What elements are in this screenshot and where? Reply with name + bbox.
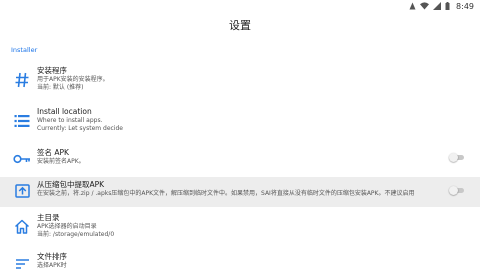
setting-installer[interactable]: 安装程序 用于APK安装的安装程序。 当前: 默认 (推荐) bbox=[0, 61, 480, 99]
status-bar: 8:49 bbox=[0, 0, 480, 12]
setting-title: 从压缩包中提取APK bbox=[37, 180, 105, 189]
sign-apk-toggle[interactable] bbox=[449, 153, 464, 162]
setting-title: 签名 APK bbox=[37, 148, 69, 157]
setting-description: 用于APK安装的安装程序。 bbox=[37, 76, 109, 83]
setting-description: 选择APK时 bbox=[37, 262, 67, 269]
hash-icon bbox=[12, 70, 32, 90]
setting-current-value: 当前: /storage/emulated/0 bbox=[37, 231, 115, 238]
section-header-installer: Installer bbox=[11, 46, 38, 54]
app-bar: 设置 bbox=[0, 12, 480, 38]
setting-file-sort[interactable]: 文件排序 选择APK时 bbox=[0, 248, 480, 270]
setting-current-value: Currently: Let system decide bbox=[37, 125, 123, 132]
toggle-thumb bbox=[449, 186, 458, 195]
setting-description: Where to install apps. bbox=[37, 117, 103, 124]
setting-title: 主目录 bbox=[37, 213, 60, 222]
sort-icon bbox=[12, 255, 32, 270]
signal-icon bbox=[433, 2, 442, 10]
status-time: 8:49 bbox=[456, 1, 474, 11]
setting-home-directory[interactable]: 主目录 APK选择器的启动目录 当前: /storage/emulated/0 bbox=[0, 209, 480, 245]
setting-description: 在安装之前，将.zip / .apks压缩包中的APK文件，解压缩到临时文件中。… bbox=[37, 190, 415, 197]
setting-current-value: 当前: 默认 (推荐) bbox=[37, 84, 84, 91]
list-icon bbox=[12, 111, 32, 131]
toggle-thumb bbox=[449, 153, 458, 162]
key-icon bbox=[12, 149, 32, 169]
page-title: 设置 bbox=[229, 19, 251, 32]
setting-description: 安装前签名APK。 bbox=[37, 158, 85, 165]
extract-apk-toggle[interactable] bbox=[449, 186, 464, 195]
setting-title: 安装程序 bbox=[37, 66, 67, 75]
notification-icon bbox=[409, 2, 416, 10]
setting-title: Install location bbox=[37, 107, 92, 116]
archive-extract-icon bbox=[12, 181, 32, 201]
battery-icon bbox=[445, 2, 450, 10]
setting-title: 文件排序 bbox=[37, 252, 67, 261]
wifi-icon bbox=[420, 2, 430, 10]
setting-extract-apk[interactable]: 从压缩包中提取APK 在安装之前，将.zip / .apks压缩包中的APK文件… bbox=[0, 177, 480, 207]
setting-description: APK选择器的启动目录 bbox=[37, 223, 97, 230]
setting-sign-apk[interactable]: 签名 APK 安装前签名APK。 bbox=[0, 143, 480, 175]
status-icons: 8:49 bbox=[409, 0, 474, 12]
setting-install-location[interactable]: Install location Where to install apps. … bbox=[0, 102, 480, 140]
home-icon bbox=[12, 216, 32, 236]
